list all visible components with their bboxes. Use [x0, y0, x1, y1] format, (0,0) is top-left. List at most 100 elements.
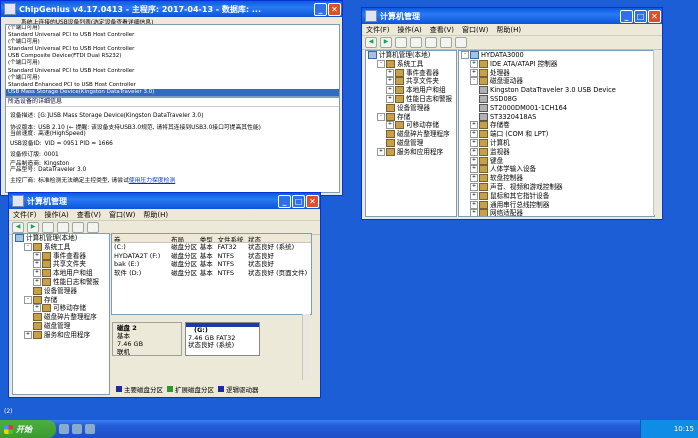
expand-icon[interactable]: +: [386, 68, 394, 77]
up-icon[interactable]: [395, 37, 407, 48]
table-row[interactable]: bak (E:) 磁盘分区 基本 NTFS 状态良好: [112, 260, 311, 269]
quicklaunch-ie-icon[interactable]: [59, 424, 69, 434]
table-row[interactable]: (C:) 磁盘分区 基本 FAT32 状态良好 (系统): [112, 243, 311, 252]
expand-icon[interactable]: +: [470, 209, 478, 216]
collapse-icon[interactable]: -: [377, 59, 385, 68]
devmgr-left-tree-item[interactable]: 计算机管理(本地): [366, 51, 456, 60]
devmgr-device-tree-item[interactable]: + 处理器: [459, 68, 654, 78]
devmgr-device-tree-item[interactable]: SSD08G: [459, 94, 654, 104]
devmgr-device-tree-item[interactable]: ST2000DM001-1CH164: [459, 103, 654, 113]
quicklaunch-app-icon[interactable]: [85, 424, 95, 434]
usb-device-item[interactable]: USB Mass Storage Device(Kingston DataTra…: [6, 88, 339, 96]
diskmgmt-left-tree-item[interactable]: 磁盘碎片整理程序: [13, 313, 109, 322]
expand-icon[interactable]: +: [33, 251, 41, 260]
column-header[interactable]: 卷: [112, 234, 169, 242]
volume-table[interactable]: 卷布局 类型 文件系统 状态 (C:) 磁盘分区 基本 FAT32 状态良好 (系统) HYDAT…: [111, 233, 312, 315]
diskmgmt-left-tree-item[interactable]: + 可移动存储: [13, 304, 109, 313]
devmgr-device-tree-item[interactable]: - HYDATA3000: [459, 51, 654, 60]
menu-item[interactable]: 操作(A): [398, 25, 422, 35]
minimize-button[interactable]: _: [620, 9, 633, 23]
devmgr-left-tree-item[interactable]: + 服务和应用程序: [366, 147, 456, 157]
menu-item[interactable]: 文件(F): [366, 25, 390, 35]
device-tree[interactable]: - HYDATA3000 + IDE ATA/ATAPI 控制器 + 处理器 - 磁盘驱动器 K…: [458, 50, 655, 217]
usb-device-item[interactable]: (个端口可用): [6, 60, 339, 67]
expand-icon[interactable]: +: [470, 130, 478, 139]
devmgr-left-tree-item[interactable]: 磁盘碎片整理程序: [366, 130, 456, 139]
devmgr-left-tree-item[interactable]: + 性能日志和警报: [366, 94, 456, 104]
diskmgmt-titlebar[interactable]: 计算机管理 _ □ ✕: [9, 193, 320, 209]
column-header[interactable]: 布局: [169, 234, 198, 242]
devmgr-left-tree-item[interactable]: 设备管理器: [366, 103, 456, 113]
column-header[interactable]: 文件系统: [215, 234, 246, 242]
disk-info[interactable]: 磁盘 2 基本 7.46 GB 联机: [112, 322, 182, 356]
devmgr-device-tree-item[interactable]: Kingston DataTraveler 3.0 USB Device: [459, 86, 654, 95]
devmgr-device-tree-item[interactable]: - 磁盘驱动器: [459, 77, 654, 86]
expand-icon[interactable]: +: [33, 304, 41, 313]
close-button[interactable]: ✕: [306, 194, 319, 208]
diskmgmt-left-tree-item[interactable]: - 系统工具: [13, 242, 109, 252]
devmgr-device-tree-item[interactable]: + 监视器: [459, 147, 654, 157]
devmgr-device-tree-item[interactable]: + 计算机: [459, 138, 654, 148]
devmgr-device-tree-item[interactable]: + 存储卷: [459, 121, 654, 130]
usb-device-item[interactable]: (个端口可用): [6, 75, 339, 82]
device-tree-scrollbar[interactable]: [653, 50, 661, 215]
diskmgmt-left-tree[interactable]: 计算机管理(本地) - 系统工具 + 事件查看器 + 共享文件夹 + 本地用户和组 + 性能日志和警…: [12, 233, 110, 395]
minimize-button[interactable]: _: [314, 2, 327, 16]
partition-block[interactable]: (G:) 7.46 GB FAT32 状态良好 (系统): [185, 322, 260, 356]
menu-item[interactable]: 窗口(W): [462, 25, 488, 35]
menu-item[interactable]: 窗口(W): [109, 210, 135, 220]
usb-device-list[interactable]: (个端口可用) Standard Universal PCI to USB Hos…: [5, 24, 340, 97]
close-button[interactable]: ✕: [648, 9, 661, 23]
start-button[interactable]: 开始: [0, 420, 56, 438]
devmgr-left-tree-item[interactable]: - 系统工具: [366, 59, 456, 69]
expand-icon[interactable]: +: [33, 277, 41, 286]
expand-icon[interactable]: +: [470, 191, 478, 200]
forward-icon[interactable]: ▶: [380, 37, 392, 48]
devmgr-left-tree[interactable]: 计算机管理(本地) - 系统工具 + 事件查看器 + 共享文件夹 + 本地用户和组 + 性能日志和警…: [365, 50, 457, 217]
expand-icon[interactable]: +: [470, 200, 478, 209]
devmgr-device-tree-item[interactable]: + IDE ATA/ATAPI 控制器: [459, 59, 654, 69]
usb-device-item[interactable]: Standard Universal PCI to USB Host Contr…: [6, 46, 339, 53]
devmgr-device-tree-item[interactable]: + 软盘控制器: [459, 174, 654, 183]
minimize-button[interactable]: _: [278, 194, 291, 208]
pressure-test-link[interactable]: 使用压力探度检测: [129, 178, 175, 184]
menu-item[interactable]: 帮助(H): [496, 25, 521, 35]
table-row[interactable]: 软件 (D:) 磁盘分区 基本 NTFS 状态良好 (页面文件): [112, 269, 311, 278]
quicklaunch-desktop-icon[interactable]: [72, 424, 82, 434]
expand-icon[interactable]: +: [470, 59, 478, 68]
chipgenius-titlebar[interactable]: ChipGenius v4.17.0413 - 主程序: 2017-04-13 …: [1, 1, 342, 17]
diskmgmt-left-tree-item[interactable]: + 本地用户和组: [13, 269, 109, 278]
expand-icon[interactable]: +: [386, 121, 394, 130]
devmgr-device-tree-item[interactable]: ST3320418AS: [459, 112, 654, 122]
properties-icon[interactable]: [57, 222, 69, 233]
usb-device-item[interactable]: Standard Universal PCI to USB Host Contr…: [6, 32, 339, 39]
expand-icon[interactable]: +: [377, 147, 385, 156]
scan-icon[interactable]: [455, 37, 467, 48]
devmgr-device-tree-item[interactable]: + 网络适配器: [459, 209, 654, 216]
refresh-icon[interactable]: [425, 37, 437, 48]
column-header[interactable]: 类型: [198, 234, 216, 242]
diskmgmt-left-tree-item[interactable]: + 共享文件夹: [13, 260, 109, 269]
expand-icon[interactable]: +: [33, 260, 41, 269]
expand-icon[interactable]: +: [33, 269, 41, 278]
menu-item[interactable]: 文件(F): [13, 210, 37, 220]
forward-icon[interactable]: ▶: [27, 222, 39, 233]
devmgr-left-tree-item[interactable]: 磁盘管理: [366, 138, 456, 148]
expand-icon[interactable]: +: [470, 156, 478, 165]
expand-icon[interactable]: +: [470, 68, 478, 77]
column-header[interactable]: 状态: [246, 234, 311, 242]
devmgr-device-tree-item[interactable]: + 端口 (COM 和 LPT): [459, 130, 654, 139]
menu-item[interactable]: 查看(V): [430, 25, 454, 35]
clock[interactable]: 10:15: [674, 425, 694, 433]
properties-icon[interactable]: [410, 37, 422, 48]
usb-device-item[interactable]: Standard Universal PCI to USB Host Contr…: [6, 68, 339, 75]
up-icon[interactable]: [42, 222, 54, 233]
expand-icon[interactable]: +: [470, 182, 478, 191]
devmgr-left-tree-item[interactable]: + 本地用户和组: [366, 86, 456, 95]
expand-icon[interactable]: +: [386, 86, 394, 95]
diskmgmt-left-tree-item[interactable]: + 性能日志和警报: [13, 277, 109, 287]
help-icon[interactable]: [440, 37, 452, 48]
disk-panel-scrollbar[interactable]: [302, 314, 310, 380]
close-button[interactable]: ✕: [328, 2, 341, 16]
collapse-icon[interactable]: -: [24, 242, 32, 251]
